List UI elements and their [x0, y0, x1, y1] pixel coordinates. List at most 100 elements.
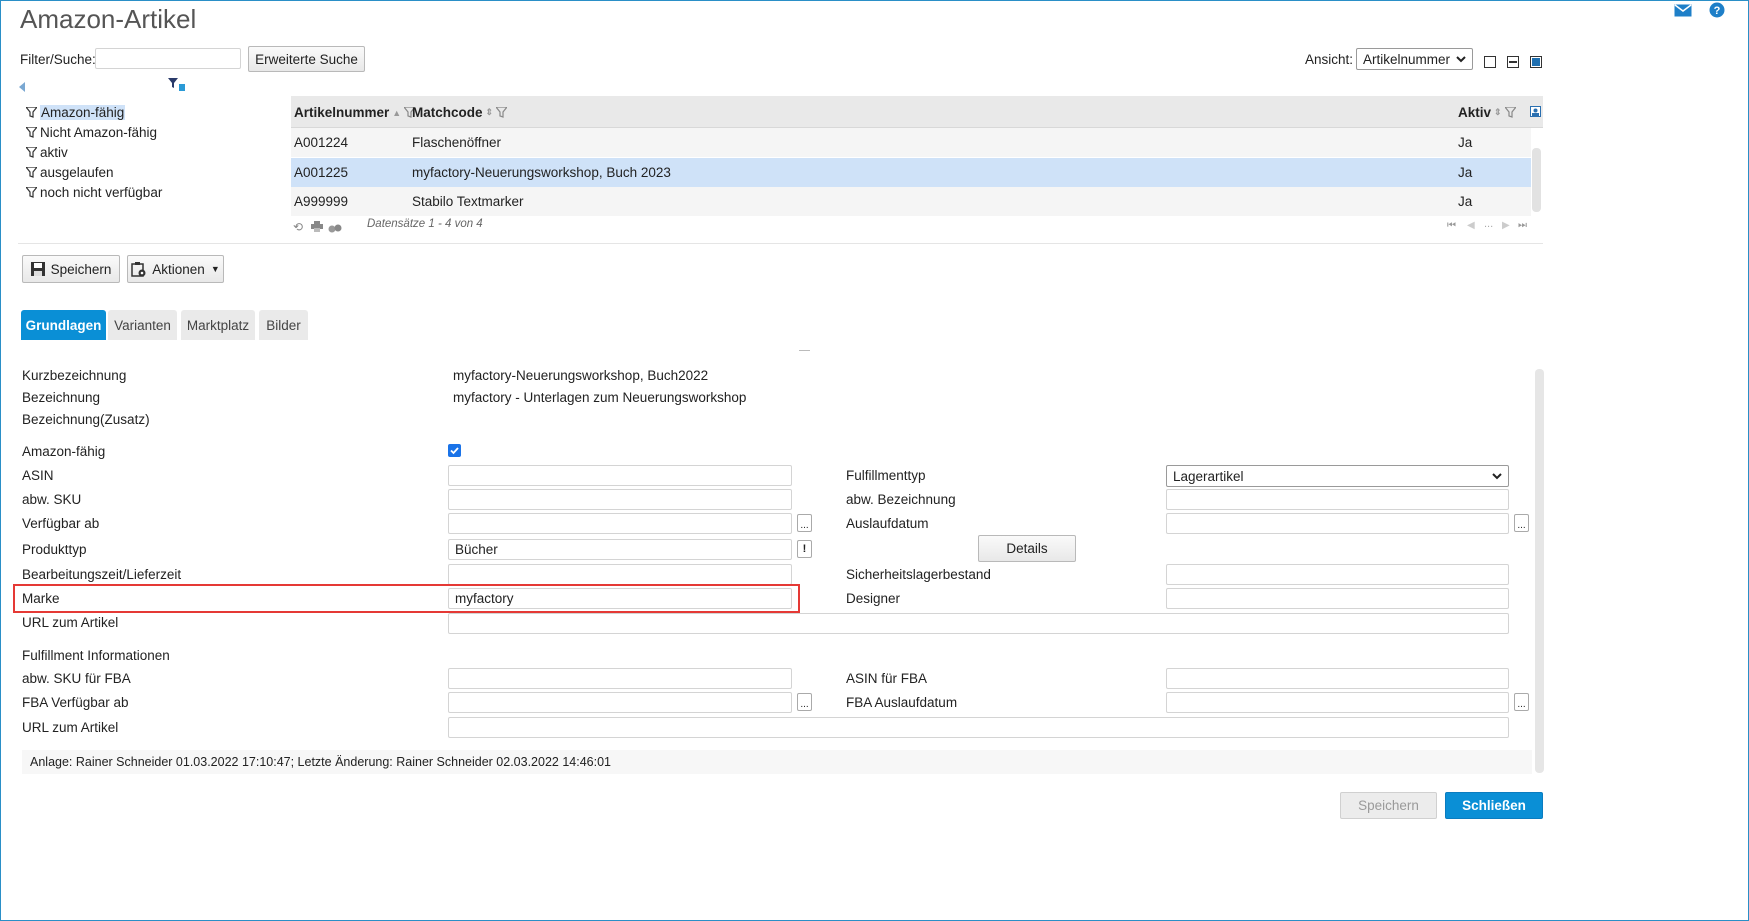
bearbeitungszeit-input[interactable] [448, 564, 792, 585]
dots-label: ... [1517, 520, 1526, 531]
fba-verfuegbar-input[interactable] [448, 692, 792, 713]
first-page-icon[interactable]: ⏮ [1447, 220, 1456, 231]
checkmark-icon [450, 447, 459, 455]
splitter-handle[interactable] [799, 350, 810, 351]
save-button[interactable]: Speichern [22, 255, 120, 283]
column-artikelnummer[interactable]: Artikelnummer ▲ [294, 105, 416, 120]
page-ellipsis: ... [1484, 218, 1494, 230]
next-page-icon[interactable]: ▶ [1502, 220, 1510, 231]
kurzbezeichnung-label: Kurzbezeichnung [22, 368, 127, 383]
funnel-icon[interactable] [496, 107, 508, 118]
exclamation-icon: ! [802, 542, 807, 555]
produkttyp-input[interactable] [448, 539, 792, 560]
prev-page-icon[interactable]: ◀ [1467, 220, 1475, 231]
tab-grundlagen[interactable]: Grundlagen [21, 310, 106, 340]
bezeichnung-zusatz-label: Bezeichnung(Zusatz) [22, 412, 150, 427]
actions-button[interactable]: Aktionen ▼ [127, 255, 224, 283]
abw-bezeichnung-label: abw. Bezeichnung [846, 492, 956, 507]
export-icon[interactable] [328, 221, 342, 236]
help-icon[interactable]: ? [1707, 2, 1727, 18]
mail-icon[interactable] [1673, 2, 1693, 18]
filter-item-label: Amazon-fähig [40, 105, 126, 120]
layout-split-icon[interactable] [1507, 56, 1519, 68]
amazon-faehig-checkbox[interactable] [448, 444, 461, 457]
column-aktiv[interactable]: Aktiv ⇕ [1458, 105, 1516, 120]
filter-item-nicht-amazon-faehig[interactable]: Nicht Amazon-fähig [26, 125, 157, 140]
date-picker-button[interactable]: ... [797, 514, 812, 532]
bearbeitungszeit-label: Bearbeitungszeit/Lieferzeit [22, 567, 182, 582]
url-label: URL zum Artikel [22, 615, 119, 630]
auslauf-date-picker-button[interactable]: ... [1514, 514, 1529, 532]
tab-marktplatz[interactable]: Marktplatz [181, 310, 255, 340]
close-button[interactable]: Schließen [1445, 792, 1543, 819]
record-count: Datensätze 1 - 4 von 4 [367, 218, 483, 230]
table-row[interactable]: A001224 Flaschenöffner Ja [291, 128, 1531, 157]
fba-auslaufdatum-input[interactable] [1166, 692, 1509, 713]
filter-settings-icon[interactable] [168, 78, 186, 95]
cell-matchcode: Stabilo Textmarker [412, 194, 524, 209]
funnel-icon [26, 107, 37, 118]
tab-label: Bilder [266, 317, 301, 333]
sku-label: abw. SKU [22, 492, 82, 507]
filter-item-aktiv[interactable]: aktiv [26, 145, 68, 160]
filter-item-label: Nicht Amazon-fähig [40, 125, 158, 140]
view-label: Ansicht: [1305, 52, 1354, 67]
sort-icon[interactable]: ⇕ [1494, 107, 1502, 118]
details-button[interactable]: Details [978, 535, 1076, 562]
designer-input[interactable] [1166, 588, 1509, 609]
filter-item-ausgelaufen[interactable]: ausgelaufen [26, 165, 114, 180]
sku-input[interactable] [448, 489, 792, 510]
sicherheitslagerbestand-input[interactable] [1166, 564, 1509, 585]
bottom-save-button[interactable]: Speichern [1340, 792, 1437, 819]
table-row-selected[interactable]: A001225 myfactory-Neuerungsworkshop, Buc… [291, 158, 1531, 187]
asin-fba-input[interactable] [1166, 668, 1509, 689]
collapse-left-icon[interactable] [19, 80, 26, 95]
fba-url-input[interactable] [448, 717, 1509, 738]
funnel-icon[interactable] [1504, 107, 1516, 118]
fba-verf-date-picker-button[interactable]: ... [797, 693, 812, 711]
fulfillmenttyp-select[interactable]: Lagerartikel [1166, 465, 1509, 487]
last-page-icon[interactable]: ⏭ [1518, 220, 1527, 231]
fba-auslauf-date-picker-button[interactable]: ... [1514, 693, 1529, 711]
tab-bilder[interactable]: Bilder [259, 310, 308, 340]
tab-label: Varianten [114, 317, 171, 333]
view-select[interactable]: Artikelnummer [1356, 48, 1473, 70]
url-input[interactable] [448, 613, 1509, 634]
top-icons: ? [1673, 2, 1727, 18]
column-label: Aktiv [1458, 105, 1492, 120]
save-button-label: Speichern [50, 261, 112, 277]
filter-item-amazon-faehig[interactable]: Amazon-fähig [26, 105, 126, 120]
marke-input[interactable] [448, 588, 792, 609]
fba-sku-input[interactable] [448, 668, 792, 689]
sicherheitslagerbestand-label: Sicherheitslagerbestand [846, 567, 991, 582]
abw-bezeichnung-input[interactable] [1166, 489, 1509, 510]
refresh-icon[interactable]: ⟲ [293, 220, 303, 234]
auslaufdatum-input[interactable] [1166, 513, 1509, 534]
tab-varianten[interactable]: Varianten [108, 310, 177, 340]
column-chooser-icon[interactable] [1530, 105, 1541, 120]
advanced-search-button[interactable]: Erweiterte Suche [248, 46, 365, 72]
filter-item-noch-nicht-verfuegbar[interactable]: noch nicht verfügbar [26, 185, 162, 200]
asin-input[interactable] [448, 465, 792, 486]
grid-scrollbar[interactable] [1532, 148, 1541, 212]
fba-verfuegbar-label: FBA Verfügbar ab [22, 695, 129, 710]
layout-full-icon[interactable] [1530, 56, 1542, 68]
filter-item-label: noch nicht verfügbar [40, 185, 163, 200]
advanced-search-label: Erweiterte Suche [255, 51, 358, 67]
sort-icon[interactable]: ▲ [392, 108, 401, 118]
sort-icon[interactable]: ⇕ [486, 107, 494, 118]
layout-single-icon[interactable] [1484, 56, 1496, 68]
table-row[interactable]: A999999 Stabilo Textmarker Ja [291, 187, 1531, 216]
funnel-icon [26, 127, 37, 138]
fba-auslaufdatum-label: FBA Auslaufdatum [846, 695, 958, 710]
verfuegbar-ab-input[interactable] [448, 513, 792, 534]
filter-item-label: ausgelaufen [40, 165, 114, 180]
filter-search-input[interactable] [95, 48, 241, 69]
column-matchcode[interactable]: Matchcode ⇕ [412, 105, 508, 120]
form-scrollbar[interactable] [1535, 369, 1544, 773]
column-label: Artikelnummer [294, 105, 390, 120]
page-title: Amazon-Artikel [20, 4, 197, 34]
grid-header: Artikelnummer ▲ Matchcode ⇕ Aktiv ⇕ [291, 96, 1543, 128]
print-icon[interactable] [311, 220, 323, 235]
produkttyp-info-button[interactable]: ! [797, 540, 812, 558]
